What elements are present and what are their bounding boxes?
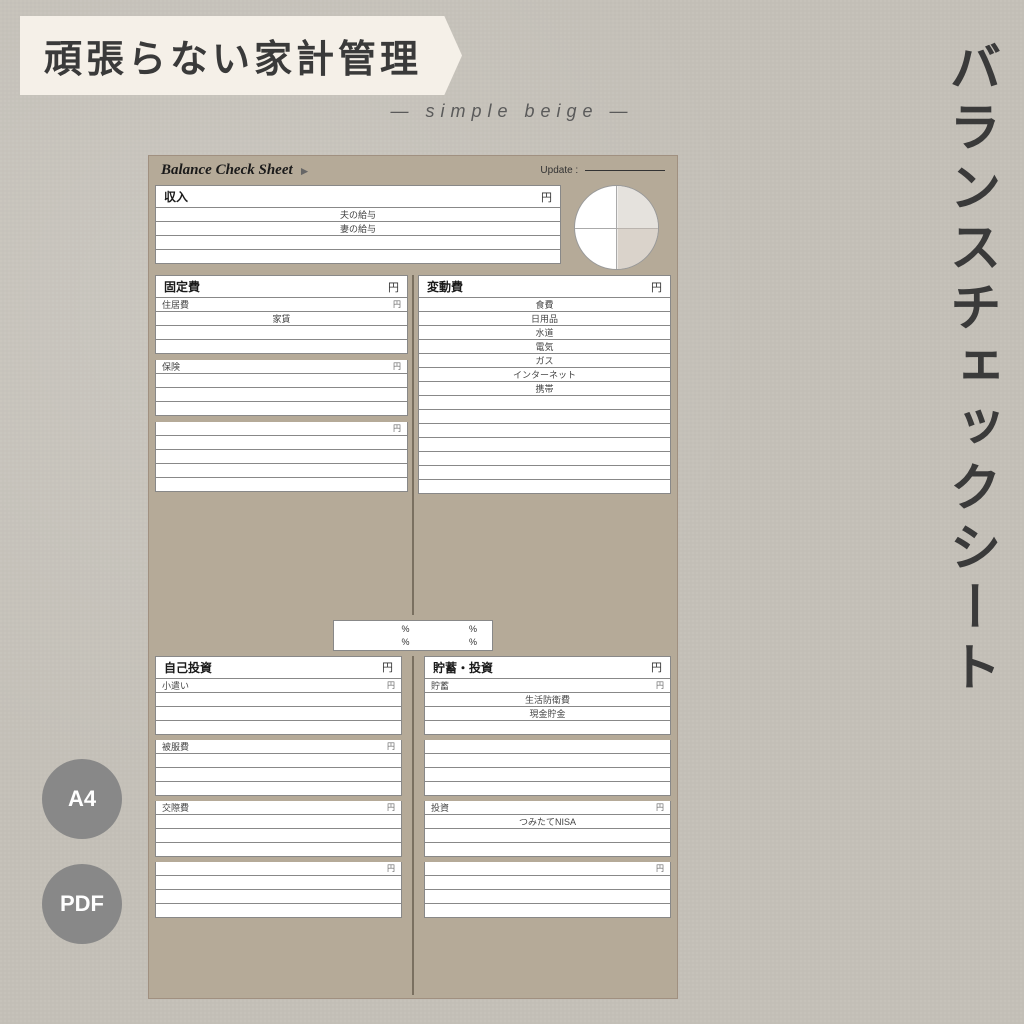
savings-section: 貯蓄・投資 円 貯蓄 円 生活防衛費 現金貯金 投 [424,656,671,996]
chart-area [561,185,671,270]
fixed-variable-section: 固定費 円 住居費 円 家賃 保険 円 [155,275,671,615]
income-title: 収入 [164,188,188,205]
self-invest-title: 自己投資 [164,659,212,676]
self-invest-section: 自己投資 円 小遣い 円 被服費 円 [155,656,402,996]
subtitle: ― simple beige ― [390,101,633,121]
income-unit: 円 [541,189,552,205]
doc-title: Balance Check Sheet [161,162,293,179]
document: Balance Check Sheet ► Update : 収入 円 夫の給与… [148,155,678,999]
variable-title: 変動費 [427,278,463,295]
main-title: 頑張らない家計管理 [44,39,422,81]
fixed-title: 固定費 [164,278,200,295]
fixed-section: 固定費 円 住居費 円 家賃 保険 円 [155,275,408,615]
doc-header: Balance Check Sheet ► Update : [149,156,677,183]
vertical-title: バランスチェックシート [944,40,996,700]
badge-pdf: PDF [42,864,122,944]
income-row-1: 夫の給与 [162,208,554,221]
ratio-section: % % % % [155,620,671,651]
pie-chart [574,185,659,270]
badge-a4: A4 [42,759,122,839]
bottom-section: 自己投資 円 小遣い 円 被服費 円 [155,656,671,996]
update-label: Update : [540,165,665,176]
subtitle-area: ― simple beige ― [272,101,752,122]
ratio-box: % % % % [333,620,493,651]
title-banner: 頑張らない家計管理 [20,16,462,95]
variable-section: 変動費 円 食費 日用品 水道 電気 ガス インターネット 携帯 [418,275,671,615]
income-row-2: 妻の給与 [162,222,554,235]
savings-title: 貯蓄・投資 [433,659,493,676]
income-section: 収入 円 夫の給与 妻の給与 [155,185,671,270]
